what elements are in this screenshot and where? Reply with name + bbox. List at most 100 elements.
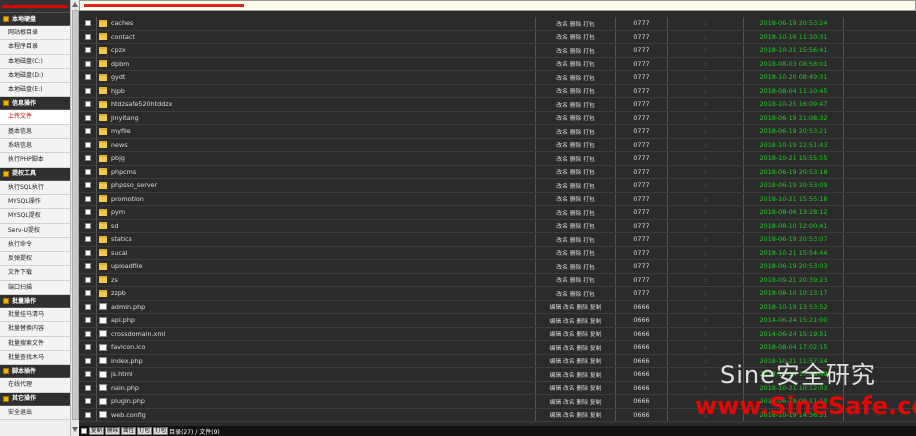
date-cell[interactable]: 2018-10-25 16:09:47	[744, 98, 844, 111]
name-cell[interactable]: gydt	[97, 71, 536, 84]
row-select[interactable]	[79, 273, 97, 286]
row-checkbox[interactable]	[84, 60, 91, 67]
select-all-checkbox[interactable]	[81, 428, 87, 434]
file-name-link[interactable]: myfile	[111, 127, 131, 135]
permission-cell[interactable]: 0777	[616, 17, 668, 30]
row-select[interactable]	[79, 354, 97, 367]
file-name-link[interactable]: promotion	[111, 195, 144, 203]
actions-cell[interactable]: 改名 删除 打包	[536, 287, 616, 300]
row-checkbox[interactable]	[84, 344, 91, 351]
permission-cell[interactable]: 0777	[616, 179, 668, 192]
sidebar-item[interactable]: 上传文件	[0, 110, 70, 125]
file-name-link[interactable]: sd	[111, 222, 118, 230]
date-cell[interactable]: 2018-06-19 20:53:18	[744, 165, 844, 178]
date-cell[interactable]: 2018-10-19 13:53:52	[744, 300, 844, 313]
date-cell[interactable]: 2018-08-10 12:00:41	[744, 219, 844, 232]
date-cell[interactable]: 2018-09-21 20:39:23	[744, 273, 844, 286]
row-select[interactable]	[79, 71, 97, 84]
actions-cell[interactable]: 改名 删除 打包	[536, 111, 616, 124]
name-cell[interactable]: api.php	[97, 314, 536, 327]
row-checkbox[interactable]	[84, 182, 91, 189]
file-name-link[interactable]: sucai	[111, 249, 128, 257]
permission-cell[interactable]: 0666	[616, 354, 668, 367]
pack-button-2[interactable]: 打包	[153, 427, 169, 435]
file-name-link[interactable]: nain.php	[111, 384, 139, 392]
row-select[interactable]	[79, 233, 97, 246]
row-checkbox[interactable]	[84, 236, 91, 243]
permission-cell[interactable]: 0777	[616, 273, 668, 286]
actions-cell[interactable]: 改名 删除 打包	[536, 57, 616, 70]
row-checkbox[interactable]	[84, 209, 91, 216]
row-select[interactable]	[79, 219, 97, 232]
name-cell[interactable]: pym	[97, 206, 536, 219]
sidebar-item[interactable]: 本地磁盘(E:)	[0, 83, 70, 98]
file-name-link[interactable]: gydt	[111, 73, 125, 81]
date-cell[interactable]: 2018-06-19 20:53:03	[744, 260, 844, 273]
file-name-link[interactable]: zzpb	[111, 289, 126, 297]
path-input[interactable]	[79, 0, 916, 11]
date-cell[interactable]: 2018-08-03 08:58:01	[744, 57, 844, 70]
actions-cell[interactable]: 编辑 改名 删除 复制	[536, 314, 616, 327]
permission-cell[interactable]: 0777	[616, 192, 668, 205]
actions-cell[interactable]: 编辑 改名 删除 复制	[536, 354, 616, 367]
delete-button[interactable]: 删除	[105, 427, 121, 435]
permission-cell[interactable]: 0666	[616, 381, 668, 394]
row-select[interactable]	[79, 192, 97, 205]
permission-cell[interactable]: 0666	[616, 300, 668, 313]
row-checkbox[interactable]	[84, 303, 91, 310]
file-name-link[interactable]: hjpb	[111, 87, 125, 95]
row-checkbox[interactable]	[84, 398, 91, 405]
actions-cell[interactable]: 编辑 改名 删除 复制	[536, 381, 616, 394]
row-select[interactable]	[79, 30, 97, 43]
name-cell[interactable]: nain.php	[97, 381, 536, 394]
permission-cell[interactable]: 0777	[616, 44, 668, 57]
name-cell[interactable]: zzpb	[97, 287, 536, 300]
date-cell[interactable]: 2018-10-21 15:54:44	[744, 246, 844, 259]
permission-cell[interactable]: 0777	[616, 71, 668, 84]
sidebar-section-header[interactable]: 批量操作	[0, 295, 70, 309]
actions-cell[interactable]: 改名 删除 打包	[536, 192, 616, 205]
actions-cell[interactable]: 编辑 改名 删除 复制	[536, 368, 616, 381]
actions-cell[interactable]: 编辑 改名 删除 复制	[536, 395, 616, 408]
file-name-link[interactable]: statics	[111, 235, 132, 243]
permission-cell[interactable]: 0777	[616, 30, 668, 43]
row-checkbox[interactable]	[84, 47, 91, 54]
row-select[interactable]	[79, 179, 97, 192]
permission-cell[interactable]: 0666	[616, 368, 668, 381]
name-cell[interactable]: index.php	[97, 354, 536, 367]
scroll-thumb[interactable]	[72, 10, 79, 420]
sidebar-item[interactable]: 执行PHP脚本	[0, 153, 70, 168]
sidebar-item[interactable]: 系统信息	[0, 139, 70, 154]
file-name-link[interactable]: htdzsafe520htddzx	[111, 100, 172, 108]
name-cell[interactable]: admin.php	[97, 300, 536, 313]
row-checkbox[interactable]	[84, 330, 91, 337]
date-cell[interactable]: 2018-06-19 20:53:07	[744, 233, 844, 246]
actions-cell[interactable]: 改名 删除 打包	[536, 84, 616, 97]
permission-cell[interactable]: 0777	[616, 219, 668, 232]
date-cell[interactable]: 2018-10-16 11:10:31	[744, 30, 844, 43]
sidebar-item[interactable]: 基本信息	[0, 124, 70, 140]
sidebar-section-header[interactable]: 其它操作	[0, 392, 70, 406]
date-cell[interactable]: 2014-06-24 15:19:51	[744, 327, 844, 340]
name-cell[interactable]: favicon.ico	[97, 341, 536, 354]
actions-cell[interactable]: 编辑 改名 删除 复制	[536, 300, 616, 313]
row-select[interactable]	[79, 138, 97, 151]
permission-cell[interactable]: 0777	[616, 260, 668, 273]
name-cell[interactable]: sd	[97, 219, 536, 232]
sidebar-item[interactable]: 本地磁盘(D:)	[0, 68, 70, 84]
permission-cell[interactable]: 0777	[616, 98, 668, 111]
row-select[interactable]	[79, 368, 97, 381]
permission-cell[interactable]: 0777	[616, 57, 668, 70]
name-cell[interactable]: statics	[97, 233, 536, 246]
sidebar-item[interactable]: 反弹提权	[0, 252, 70, 267]
row-select[interactable]	[79, 57, 97, 70]
row-select[interactable]	[79, 260, 97, 273]
file-name-link[interactable]: phpcms	[111, 168, 136, 176]
name-cell[interactable]: promotion	[97, 192, 536, 205]
name-cell[interactable]: pbjg	[97, 152, 536, 165]
row-checkbox[interactable]	[84, 317, 91, 324]
file-name-link[interactable]: index.php	[111, 357, 143, 365]
file-name-link[interactable]: news	[111, 141, 128, 149]
row-select[interactable]	[79, 327, 97, 340]
row-checkbox[interactable]	[84, 74, 91, 81]
